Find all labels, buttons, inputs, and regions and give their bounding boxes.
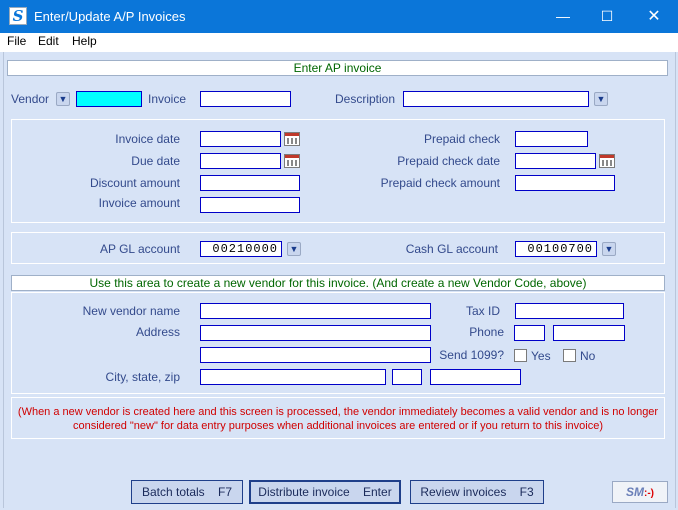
discount-amount-input[interactable] [200, 175, 300, 191]
ap-gl-account-input[interactable]: 00210000 [200, 241, 282, 257]
description-label: Description [335, 92, 396, 106]
ap-gl-dropdown-icon[interactable]: ▼ [287, 242, 301, 256]
new-vendor-name-input[interactable] [200, 303, 431, 319]
vendor-label: Vendor [11, 92, 50, 106]
address-label: Address [135, 325, 180, 339]
sm-logo: SM:-) [612, 481, 668, 503]
phone-label: Phone [469, 325, 504, 339]
invoice-input[interactable] [200, 91, 291, 107]
prepaid-check-label: Prepaid check [423, 132, 500, 146]
close-icon[interactable]: ✕ [632, 0, 676, 33]
description-dropdown-icon[interactable]: ▼ [594, 92, 608, 106]
vendor-code-input[interactable] [76, 91, 142, 107]
window-title: Enter/Update A/P Invoices [34, 9, 186, 24]
invoice-date-label: Invoice date [115, 132, 180, 146]
title-bar: S Enter/Update A/P Invoices — ☐ ✕ [0, 0, 678, 33]
new-vendor-name-label: New vendor name [82, 304, 180, 318]
cash-gl-account-input[interactable]: 00100700 [515, 241, 597, 257]
menu-file[interactable]: File [7, 34, 26, 48]
form-header: Enter AP invoice [7, 60, 668, 76]
new-vendor-note-line1: (When a new vendor is created here and t… [17, 406, 659, 418]
phone-area-input[interactable] [514, 325, 545, 341]
sm-logo-text: SM [626, 485, 644, 499]
distribute-invoice-button[interactable]: Distribute invoice Enter [249, 480, 401, 504]
due-date-input[interactable] [200, 153, 281, 169]
app-icon: S [9, 7, 27, 25]
address-line1-input[interactable] [200, 325, 431, 341]
due-date-label: Due date [131, 154, 180, 168]
prepaid-check-date-calendar-icon[interactable] [599, 154, 615, 168]
city-state-zip-label: City, state, zip [105, 370, 180, 384]
state-input[interactable] [392, 369, 422, 385]
zip-input[interactable] [430, 369, 521, 385]
ap-gl-account-label: AP GL account [99, 242, 180, 256]
invoice-amount-input[interactable] [200, 197, 300, 213]
prepaid-check-date-label: Prepaid check date [397, 154, 500, 168]
minimize-icon[interactable]: — [541, 0, 585, 33]
prepaid-check-date-input[interactable] [515, 153, 596, 169]
prepaid-check-input[interactable] [515, 131, 588, 147]
new-vendor-header: Use this area to create a new vendor for… [11, 275, 665, 291]
invoice-date-calendar-icon[interactable] [284, 132, 300, 146]
description-input[interactable] [403, 91, 589, 107]
invoice-date-input[interactable] [200, 131, 281, 147]
vendor-dropdown-icon[interactable]: ▼ [56, 92, 70, 106]
invoice-amount-label: Invoice amount [98, 196, 180, 210]
batch-totals-button[interactable]: Batch totals F7 [131, 480, 243, 504]
send-1099-no-label: No [580, 349, 596, 363]
menu-help[interactable]: Help [72, 34, 97, 48]
menu-bar: File Edit Help [0, 33, 678, 52]
send-1099-label: Send 1099? [439, 348, 504, 362]
prepaid-check-amount-input[interactable] [515, 175, 615, 191]
sm-logo-suffix: :-) [644, 488, 654, 499]
maximize-icon[interactable]: ☐ [585, 0, 629, 33]
send-1099-no-checkbox[interactable] [563, 349, 576, 362]
prepaid-check-amount-label: Prepaid check amount [380, 176, 500, 190]
discount-amount-label: Discount amount [89, 176, 180, 190]
cash-gl-dropdown-icon[interactable]: ▼ [602, 242, 616, 256]
tax-id-label: Tax ID [465, 304, 500, 318]
due-date-calendar-icon[interactable] [284, 154, 300, 168]
send-1099-yes-label: Yes [531, 349, 551, 363]
tax-id-input[interactable] [515, 303, 624, 319]
city-input[interactable] [200, 369, 386, 385]
cash-gl-account-label: Cash GL account [405, 242, 498, 256]
new-vendor-note-line2: considered "new" for data entry purposes… [73, 420, 603, 432]
address-line2-input[interactable] [200, 347, 431, 363]
invoice-label: Invoice [148, 92, 187, 106]
send-1099-yes-checkbox[interactable] [514, 349, 527, 362]
review-invoices-button[interactable]: Review invoices F3 [410, 480, 544, 504]
phone-number-input[interactable] [553, 325, 625, 341]
menu-edit[interactable]: Edit [38, 34, 59, 48]
